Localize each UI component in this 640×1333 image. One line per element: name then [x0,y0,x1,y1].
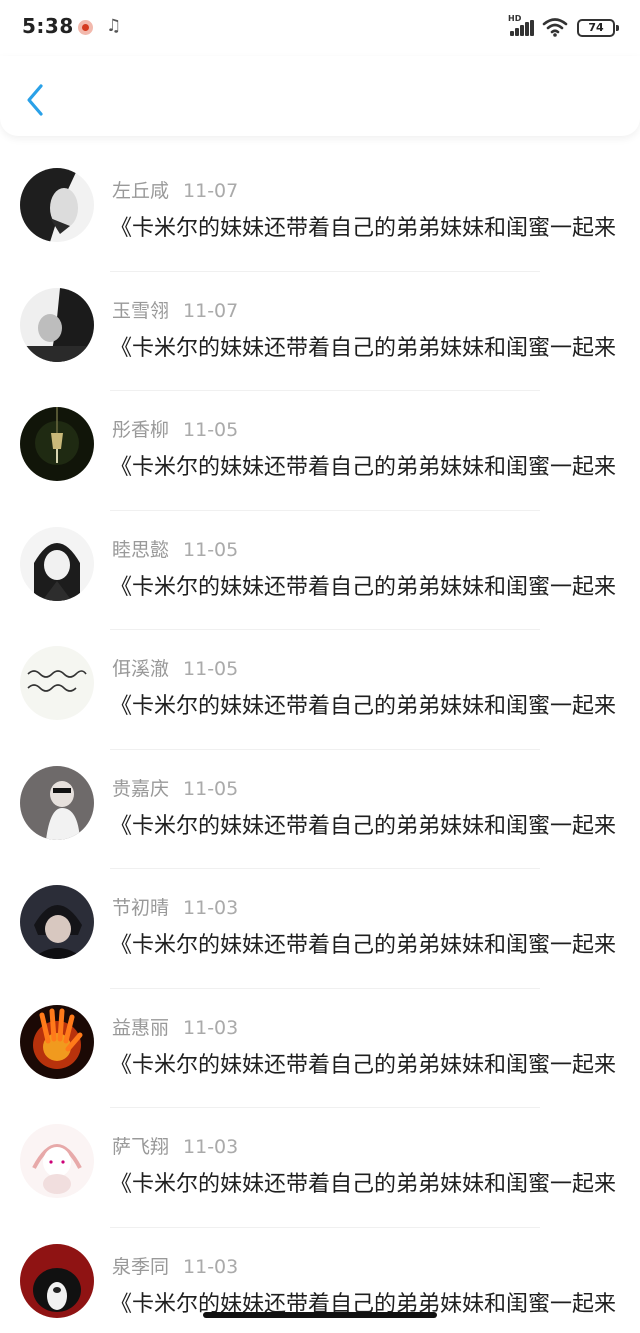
header-bar [0,56,640,136]
back-button[interactable] [18,80,52,120]
signal-icon [510,20,534,36]
comment-title[interactable]: 《卡米尔的妹妹还带着自己的弟弟妹妹和闺蜜一起来 [110,210,622,242]
list-item[interactable]: 彤香柳 11-05 《卡米尔的妹妹还带着自己的弟弟妹妹和闺蜜一起来 [0,391,640,511]
avatar[interactable] [20,526,94,601]
list-item[interactable]: 节初晴 11-03 《卡米尔的妹妹还带着自己的弟弟妹妹和闺蜜一起来 [0,869,640,989]
list-item[interactable]: 左丘咸 11-07 《卡米尔的妹妹还带着自己的弟弟妹妹和闺蜜一起来 [0,152,640,272]
list-item[interactable]: 萨飞翔 11-03 《卡米尔的妹妹还带着自己的弟弟妹妹和闺蜜一起来 [0,1108,640,1228]
avatar[interactable] [20,287,94,362]
avatar[interactable] [20,1004,94,1079]
comment-meta: 萨飞翔 11-03 [112,1132,238,1159]
chevron-left-icon [27,84,43,116]
comment-date: 11-07 [183,299,239,322]
comment-date: 11-05 [183,777,239,800]
comment-date: 11-05 [183,419,239,441]
user-name: 彤香柳 [112,419,170,441]
comment-title[interactable]: 《卡米尔的妹妹还带着自己的弟弟妹妹和闺蜜一起来 [110,330,622,362]
avatar-image [20,765,94,840]
user-name: 左丘咸 [112,180,170,202]
avatar-image [20,646,94,720]
avatar-image [20,526,94,601]
list-item[interactable]: 益惠丽 11-03 《卡米尔的妹妹还带着自己的弟弟妹妹和闺蜜一起来 [0,989,640,1108]
user-name: 佴溪澈 [112,658,170,680]
comment-title[interactable]: 《卡米尔的妹妹还带着自己的弟弟妹妹和闺蜜一起来 [110,808,622,840]
comment-date: 11-07 [183,180,239,202]
avatar-image [20,885,94,959]
home-indicator[interactable] [203,1312,437,1318]
avatar[interactable] [20,407,94,481]
avatar-image [20,1124,94,1198]
status-bar: 5:38 ♫ HD 74 [0,0,640,56]
user-name: 益惠丽 [112,1016,170,1039]
comment-date: 11-03 [183,1016,239,1039]
comment-title[interactable]: 《卡米尔的妹妹还带着自己的弟弟妹妹和闺蜜一起来 [110,449,622,481]
comment-meta: 益惠丽 11-03 [112,1013,238,1040]
list-item[interactable]: 玉雪翎 11-07 《卡米尔的妹妹还带着自己的弟弟妹妹和闺蜜一起来 [0,272,640,391]
comment-title[interactable]: 《卡米尔的妹妹还带着自己的弟弟妹妹和闺蜜一起来 [110,1047,622,1079]
avatar-image [20,1004,94,1079]
comment-meta: 泉季同 11-03 [112,1252,238,1279]
comment-date: 11-03 [183,897,239,919]
list-item[interactable]: 佴溪澈 11-05 《卡米尔的妹妹还带着自己的弟弟妹妹和闺蜜一起来 [0,630,640,750]
music-icon: ♫ [106,16,122,36]
comment-title[interactable]: 《卡米尔的妹妹还带着自己的弟弟妹妹和闺蜜一起来 [110,927,622,959]
comment-title[interactable]: 《卡米尔的妹妹还带着自己的弟弟妹妹和闺蜜一起来 [110,1166,622,1198]
avatar[interactable] [20,1243,94,1318]
avatar-image [20,287,94,362]
avatar-image [20,1243,94,1318]
comment-meta: 玉雪翎 11-07 [112,296,238,323]
user-name: 睦思懿 [112,538,170,561]
avatar-image [20,168,94,242]
user-name: 玉雪翎 [112,299,170,322]
user-name: 贵嘉庆 [112,777,170,800]
list-item[interactable]: 睦思懿 11-05 《卡米尔的妹妹还带着自己的弟弟妹妹和闺蜜一起来 [0,511,640,630]
comment-meta: 贵嘉庆 11-05 [112,774,238,801]
comment-date: 11-05 [183,658,239,680]
comment-meta: 节初晴 11-03 [112,893,238,920]
comment-date: 11-03 [183,1255,239,1278]
avatar[interactable] [20,646,94,720]
user-name: 萨飞翔 [112,1136,170,1158]
comment-title[interactable]: 《卡米尔的妹妹还带着自己的弟弟妹妹和闺蜜一起来 [110,688,622,720]
notification-icon [78,20,93,35]
comment-meta: 左丘咸 11-07 [112,176,238,203]
status-time: 5:38 [22,14,74,38]
comment-meta: 佴溪澈 11-05 [112,654,238,681]
avatar[interactable] [20,1124,94,1198]
avatar[interactable] [20,168,94,242]
avatar[interactable] [20,885,94,959]
list-item[interactable]: 贵嘉庆 11-05 《卡米尔的妹妹还带着自己的弟弟妹妹和闺蜜一起来 [0,750,640,869]
comment-date: 11-05 [183,538,239,561]
wifi-icon [542,18,568,37]
avatar-image [20,407,94,481]
user-name: 泉季同 [112,1255,170,1278]
comment-date: 11-03 [183,1136,239,1158]
comment-meta: 睦思懿 11-05 [112,535,238,562]
comment-list: 左丘咸 11-07 《卡米尔的妹妹还带着自己的弟弟妹妹和闺蜜一起来 玉雪翎 11-0… [0,152,640,1333]
comment-title[interactable]: 《卡米尔的妹妹还带着自己的弟弟妹妹和闺蜜一起来 [110,569,622,601]
battery-icon: 74 [577,19,619,37]
user-name: 节初晴 [112,897,170,919]
avatar[interactable] [20,765,94,840]
comment-meta: 彤香柳 11-05 [112,415,238,442]
